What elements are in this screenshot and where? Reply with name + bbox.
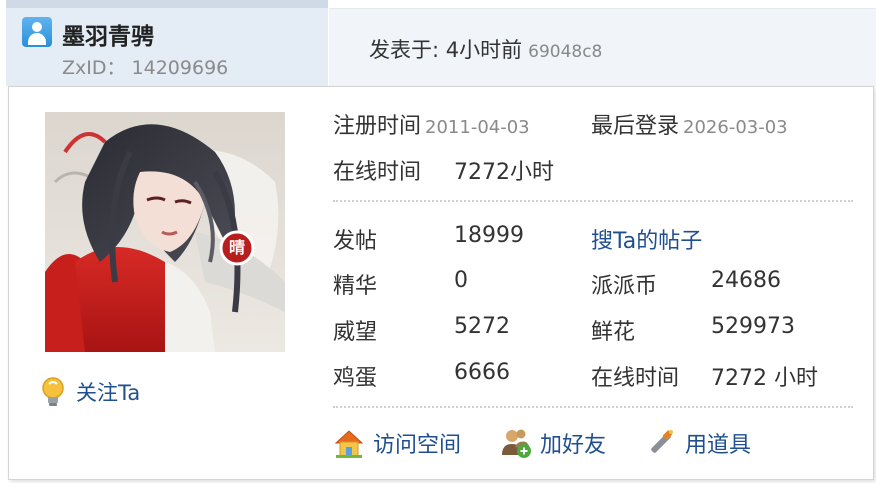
user-avatar-icon[interactable] bbox=[22, 17, 52, 47]
home-icon bbox=[334, 430, 364, 458]
posts-value: 18999 bbox=[454, 223, 524, 248]
user-id-label: ZxID： bbox=[62, 57, 126, 79]
last-login-label: 最后登录 bbox=[591, 114, 680, 139]
follow-label: 关注Ta bbox=[76, 381, 141, 405]
portrait-badge-text: 晴 bbox=[228, 238, 245, 257]
search-posts-link[interactable]: 搜Ta的帖子 bbox=[591, 223, 702, 255]
prestige-label: 威望 bbox=[333, 320, 378, 345]
add-friend-label: 加好友 bbox=[540, 433, 607, 458]
prestige-value: 5272 bbox=[454, 314, 510, 339]
posts-label: 发帖 bbox=[333, 229, 378, 254]
visit-space-button[interactable]: 访问空间 bbox=[333, 426, 461, 460]
registered-time: 注册时间 2011-04-03 bbox=[333, 108, 530, 140]
registered-value: 2011-04-03 bbox=[425, 117, 530, 138]
use-item-label: 用道具 bbox=[685, 433, 752, 458]
digest-label: 精华 bbox=[333, 274, 378, 299]
online-value: 7272小时 bbox=[454, 160, 554, 185]
coins-label: 派派币 bbox=[591, 274, 658, 299]
divider-bottom bbox=[333, 406, 853, 408]
post-time-text: 发表于: 4小时前 bbox=[369, 38, 523, 62]
coins-value: 24686 bbox=[711, 268, 781, 293]
user-post-profile-panel: 墨羽青骋 ZxID： 14209696 发表于: 4小时前 69048c8 晴 … bbox=[0, 0, 876, 483]
online-time-value: 7272 小时 bbox=[711, 366, 818, 391]
last-login: 最后登录 2026-03-03 bbox=[591, 108, 788, 140]
add-friend-icon bbox=[502, 429, 531, 458]
flowers-value: 529973 bbox=[711, 314, 795, 339]
online-time-label: 在线时间 bbox=[591, 366, 680, 391]
lightbulb-icon bbox=[42, 377, 64, 406]
last-login-value: 2026-03-03 bbox=[683, 117, 788, 138]
eggs-value: 6666 bbox=[454, 360, 510, 385]
digest-value: 0 bbox=[454, 268, 468, 293]
registered-label: 注册时间 bbox=[333, 114, 422, 139]
user-id: ZxID： 14209696 bbox=[62, 53, 228, 80]
post-time: 发表于: 4小时前 69048c8 bbox=[369, 34, 602, 64]
user-portrait[interactable]: 晴 bbox=[45, 112, 285, 352]
divider-top bbox=[333, 200, 853, 202]
username[interactable]: 墨羽青骋 bbox=[62, 17, 154, 51]
online-label: 在线时间 bbox=[333, 160, 422, 185]
magic-wand-icon bbox=[651, 430, 673, 453]
eggs-label: 鸡蛋 bbox=[333, 366, 378, 391]
post-hash: 69048c8 bbox=[528, 42, 603, 62]
user-id-value: 14209696 bbox=[131, 57, 229, 79]
visit-space-label: 访问空间 bbox=[373, 433, 462, 458]
use-item-button[interactable]: 用道具 bbox=[645, 426, 751, 460]
flowers-label: 鲜花 bbox=[591, 320, 636, 345]
follow-button[interactable]: 关注Ta bbox=[38, 376, 140, 408]
add-friend-button[interactable]: 加好友 bbox=[500, 426, 606, 460]
